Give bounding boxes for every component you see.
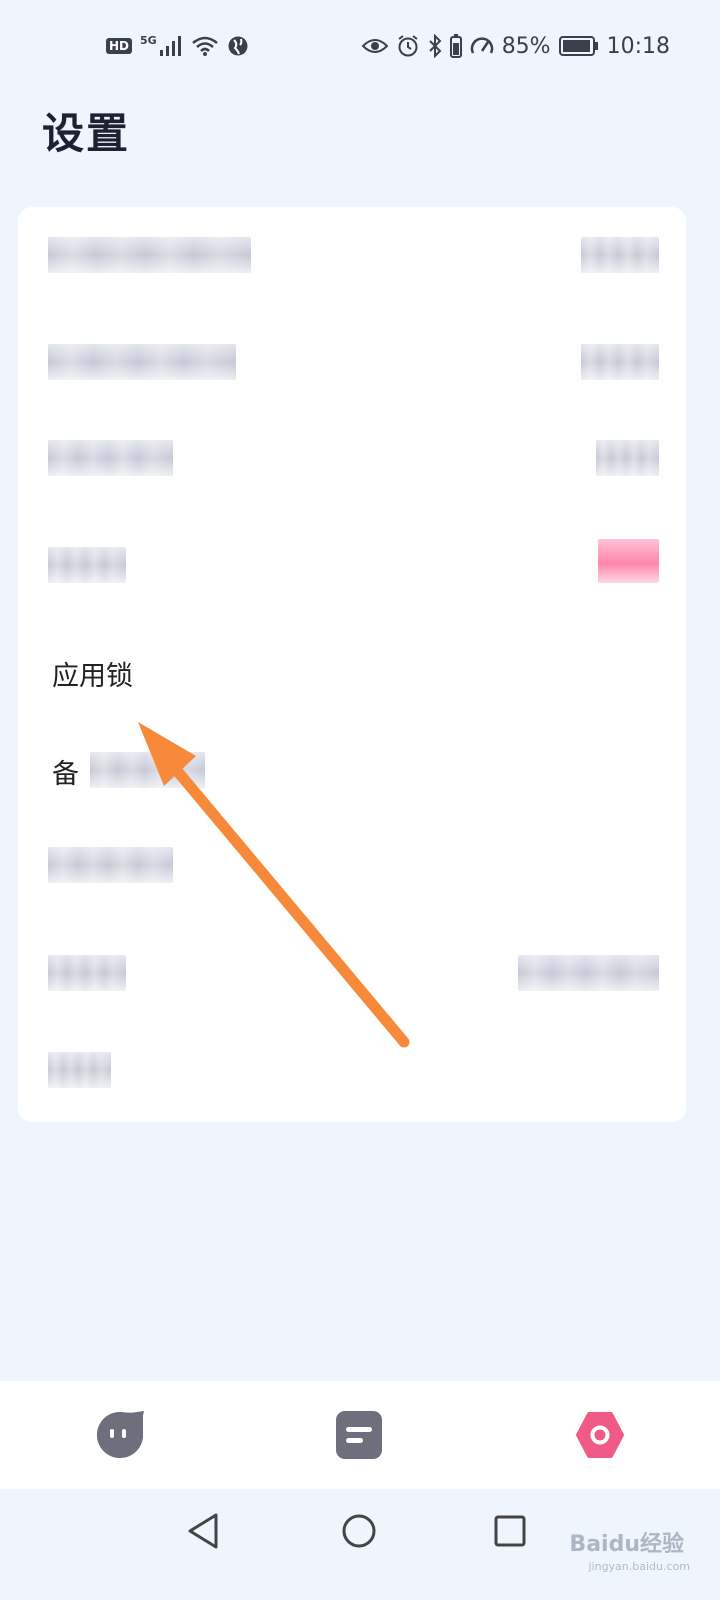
settings-row[interactable] — [18, 1022, 686, 1122]
bluetooth-icon — [428, 34, 442, 58]
settings-hexagon-icon — [576, 1412, 624, 1458]
redacted-label — [48, 440, 173, 476]
home-icon — [342, 1514, 376, 1548]
watermark: Baidu经验 — [569, 1532, 684, 1557]
status-bar: HD 5G 85% 10:18 — [0, 28, 720, 64]
speed-gauge-icon — [470, 35, 494, 57]
battery-icon — [558, 35, 599, 57]
bottom-tab-bar — [0, 1381, 720, 1489]
redacted-value — [596, 440, 659, 476]
clock: 10:18 — [606, 33, 670, 59]
settings-card: 应用锁 备 — [18, 207, 686, 1122]
watermark-url: jingyan.baidu.com — [588, 1560, 690, 1573]
settings-row[interactable] — [18, 822, 686, 922]
nav-recents-button[interactable] — [488, 1509, 532, 1553]
settings-row[interactable] — [18, 207, 686, 307]
tab-chat[interactable] — [94, 1409, 146, 1461]
battery-small-icon — [449, 34, 462, 58]
redacted-value — [518, 955, 659, 991]
battery-percent: 85% — [501, 33, 551, 59]
redacted-label — [48, 847, 173, 883]
redacted-label — [90, 752, 205, 788]
tab-settings[interactable] — [574, 1409, 626, 1461]
notes-icon — [336, 1411, 382, 1459]
redacted-label — [48, 344, 236, 380]
wifi-icon — [191, 35, 219, 57]
toggle-switch[interactable] — [598, 539, 659, 583]
settings-row[interactable]: 备 — [18, 717, 686, 817]
redacted-label — [48, 955, 126, 991]
recents-icon — [494, 1515, 526, 1547]
nav-home-button[interactable] — [337, 1509, 381, 1553]
redacted-label — [48, 237, 251, 273]
eye-icon — [361, 36, 388, 56]
redacted-value — [581, 344, 659, 380]
settings-row-app-lock[interactable]: 应用锁 — [18, 617, 686, 717]
settings-row[interactable] — [18, 412, 686, 512]
settings-row[interactable] — [18, 922, 686, 1022]
redacted-label — [48, 547, 126, 583]
chat-bubble-face-icon — [97, 1411, 144, 1458]
network-type: 5G — [140, 33, 157, 47]
row-label-partial: 备 — [52, 759, 79, 790]
hd-badge: HD — [106, 38, 133, 54]
redacted-label — [48, 1052, 111, 1088]
settings-row[interactable] — [18, 312, 686, 412]
nav-back-button[interactable] — [184, 1509, 228, 1553]
app-lock-label: 应用锁 — [52, 661, 133, 692]
status-bar-left: HD 5G — [106, 28, 249, 64]
page-title: 设置 — [42, 109, 131, 158]
alarm-icon — [396, 34, 420, 58]
cellular-signal-icon — [159, 35, 183, 57]
status-bar-right: 85% 10:18 — [361, 28, 670, 64]
tab-notes[interactable] — [334, 1409, 386, 1461]
back-icon — [188, 1513, 218, 1549]
globe-icon — [227, 35, 249, 57]
redacted-value — [581, 237, 659, 273]
settings-row[interactable] — [18, 517, 686, 617]
